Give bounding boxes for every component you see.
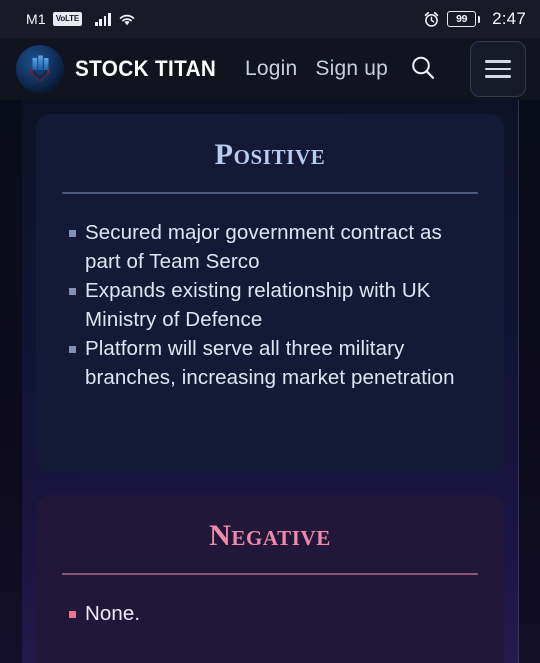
negative-card-title: Negative [209,519,331,552]
cellular-signal-icon [95,12,111,26]
header-nav: Login Sign up [245,41,526,97]
clock-label: 2:47 [492,9,526,28]
positive-bullet-list: Secured major government contract as par… [60,218,480,392]
brand-home-link[interactable]: STOCK TITAN [16,45,225,93]
list-item: Expands existing relationship with UK Mi… [60,276,480,334]
negative-card: Negative None. [36,495,504,663]
search-icon [408,53,438,86]
battery-tip [477,15,481,23]
brand-name: STOCK TITAN [75,56,217,81]
volte-badge: VoLTE [52,12,83,26]
battery-icon: 99 [447,11,481,27]
status-bar-right: 99 2:47 [423,9,526,29]
site-header: STOCK TITAN Login Sign up [0,38,540,100]
positive-card: Positive Secured major government contra… [36,114,504,472]
negative-card-divider [62,573,478,575]
search-button[interactable] [406,52,440,86]
list-item: Platform will serve all three military b… [60,334,480,392]
signup-link[interactable]: Sign up [315,57,388,81]
login-link[interactable]: Login [245,57,297,81]
sentiment-cards: Positive Secured major government contra… [0,100,540,663]
negative-bullet-list: None. [60,599,480,628]
list-item: None. [60,599,480,628]
hamburger-menu-button[interactable] [470,41,526,97]
positive-card-divider [62,192,478,194]
wifi-icon [118,12,136,26]
page-content: Positive Secured major government contra… [0,100,540,663]
alarm-clock-icon [423,11,440,28]
hamburger-menu-icon-bar-2 [485,67,511,71]
hamburger-menu-icon-bar-3 [485,75,511,78]
battery-level-label: 99 [447,11,477,27]
phone-status-bar: M1 VoLTE 99 2:47 [0,0,540,38]
stock-titan-logo-icon [16,45,64,93]
list-item: Secured major government contract as par… [60,218,480,276]
carrier-label: M1 [26,11,46,27]
hamburger-menu-icon [485,60,511,63]
positive-card-title: Positive [214,138,326,171]
status-bar-left: M1 VoLTE [26,11,136,27]
